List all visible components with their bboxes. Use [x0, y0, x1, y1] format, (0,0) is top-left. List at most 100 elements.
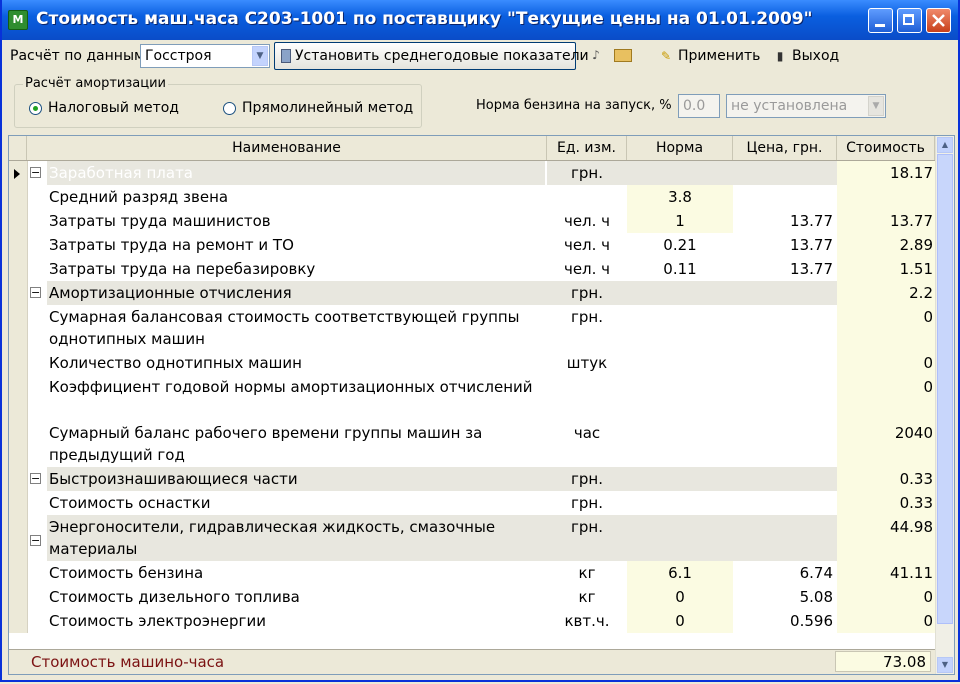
cell-cost[interactable]: 2.89 — [837, 233, 935, 257]
group-row[interactable]: − Амортизационные отчисления грн. 2.2 — [9, 281, 935, 305]
cell-name[interactable]: Средний разряд звена — [47, 185, 547, 209]
cell-name[interactable]: Сумарный баланс рабочего времени группы … — [47, 421, 547, 467]
maximize-button[interactable] — [897, 8, 922, 33]
cell-cost[interactable]: 0 — [837, 351, 935, 375]
cell-unit[interactable]: грн. — [547, 515, 627, 561]
cell-unit[interactable]: грн. — [547, 305, 627, 351]
collapse-toggle-icon[interactable]: − — [30, 287, 41, 298]
cell-name[interactable]: Быстроизнашивающиеся части — [47, 467, 547, 491]
table-row[interactable]: Сумарный баланс рабочего времени группы … — [9, 421, 935, 467]
cell-price[interactable] — [733, 351, 837, 375]
cell-unit[interactable]: кг — [547, 585, 627, 609]
collapse-toggle-icon[interactable]: − — [30, 535, 41, 546]
row-indicator[interactable] — [9, 421, 28, 467]
cell-name[interactable]: Стоимость оснастки — [47, 491, 547, 515]
row-indicator[interactable] — [9, 561, 28, 585]
chevron-down-icon[interactable]: ▼ — [252, 46, 268, 66]
chevron-down-icon[interactable]: ▼ — [868, 96, 884, 116]
cell-norm[interactable]: 0 — [627, 585, 733, 609]
cell-unit[interactable]: грн. — [547, 491, 627, 515]
cell-unit[interactable]: грн. — [547, 161, 627, 185]
cell-name[interactable]: Стоимость бензина — [47, 561, 547, 585]
cell-price[interactable] — [733, 421, 837, 467]
cell-norm[interactable] — [627, 281, 733, 305]
table-row[interactable]: Затраты труда машинистов чел. ч 1 13.77 13.7… — [9, 209, 935, 233]
vertical-scrollbar[interactable]: ▲ ▼ — [935, 136, 954, 674]
cell-norm[interactable] — [627, 375, 733, 421]
table-row[interactable]: Стоимость бензина кг 6.1 6.74 41.11 — [9, 561, 935, 585]
cell-price[interactable] — [733, 185, 837, 209]
table-row[interactable]: Затраты труда на ремонт и ТО чел. ч 0.21 13… — [9, 233, 935, 257]
fuel-start-input[interactable]: 0.0 — [678, 94, 720, 118]
row-indicator[interactable] — [9, 281, 28, 305]
cell-norm[interactable] — [627, 491, 733, 515]
cell-norm[interactable]: 3.8 — [627, 185, 733, 209]
table-row[interactable]: Стоимость дизельного топлива кг 0 5.08 0 — [9, 585, 935, 609]
scroll-thumb[interactable] — [937, 154, 953, 624]
row-indicator[interactable] — [9, 161, 28, 185]
cell-price[interactable]: 13.77 — [733, 257, 837, 281]
radio-tax-method[interactable]: Налоговый метод — [29, 100, 179, 116]
row-indicator[interactable] — [9, 305, 28, 351]
cell-norm[interactable]: 0 — [627, 609, 733, 633]
row-indicator[interactable] — [9, 585, 28, 609]
cell-name[interactable]: Сумарная балансовая стоимость соответств… — [47, 305, 547, 351]
cell-price[interactable]: 13.77 — [733, 209, 837, 233]
cell-name[interactable]: Энергоносители, гидравлическая жидкость,… — [47, 515, 547, 561]
group-row[interactable]: − Заработная плата грн. 18.17 — [9, 161, 935, 185]
cell-unit[interactable]: грн. — [547, 281, 627, 305]
cell-price[interactable] — [733, 305, 837, 351]
cell-cost[interactable]: 18.17 — [837, 161, 935, 185]
cell-name[interactable]: Количество однотипных машин — [47, 351, 547, 375]
cell-unit[interactable]: чел. ч — [547, 209, 627, 233]
cell-price[interactable] — [733, 375, 837, 421]
cell-cost[interactable]: 0 — [837, 609, 935, 633]
cell-cost[interactable]: 44.98 — [837, 515, 935, 561]
cell-price[interactable] — [733, 161, 837, 185]
cell-cost[interactable]: 1.51 — [837, 257, 935, 281]
table-row[interactable]: Коэффициент годовой нормы амортизационны… — [9, 375, 935, 421]
title-bar[interactable]: М Стоимость маш.часа С203-1001 по постав… — [2, 0, 958, 40]
row-indicator[interactable] — [9, 257, 28, 281]
header-price[interactable]: Цена, грн. — [733, 136, 837, 160]
cell-unit[interactable] — [547, 375, 627, 421]
group-row[interactable]: − Быстроизнашивающиеся части грн. 0.33 — [9, 467, 935, 491]
row-indicator[interactable] — [9, 351, 28, 375]
row-indicator[interactable] — [9, 515, 28, 561]
cell-norm[interactable] — [627, 305, 733, 351]
scroll-up-icon[interactable]: ▲ — [937, 137, 953, 153]
cell-norm[interactable]: 1 — [627, 209, 733, 233]
collapse-toggle-icon[interactable]: − — [30, 473, 41, 484]
row-indicator[interactable] — [9, 375, 28, 421]
header-norm[interactable]: Норма — [627, 136, 733, 160]
group-row[interactable]: − Энергоносители, гидравлическая жидкость… — [9, 515, 935, 561]
paint-icon[interactable]: ♪ — [588, 47, 608, 63]
cell-unit[interactable]: кг — [547, 561, 627, 585]
cell-norm[interactable]: 0.11 — [627, 257, 733, 281]
cell-unit[interactable]: штук — [547, 351, 627, 375]
cell-name[interactable]: Заработная плата — [47, 161, 545, 185]
data-source-select[interactable]: Госстроя ▼ — [140, 44, 270, 68]
table-row[interactable]: Сумарная балансовая стоимость соответств… — [9, 305, 935, 351]
row-indicator[interactable] — [9, 185, 28, 209]
cell-price[interactable]: 0.596 — [733, 609, 837, 633]
cell-price[interactable]: 6.74 — [733, 561, 837, 585]
cell-cost[interactable]: 41.11 — [837, 561, 935, 585]
table-row[interactable]: Стоимость электроэнергии квт.ч. 0 0.596 0 — [9, 609, 935, 633]
cell-cost[interactable]: 0.33 — [837, 467, 935, 491]
header-cost[interactable]: Стоимость — [837, 136, 935, 160]
cell-norm[interactable] — [627, 421, 733, 467]
table-row[interactable]: Количество однотипных машин штук 0 — [9, 351, 935, 375]
open-folder-icon[interactable] — [614, 47, 636, 63]
cell-cost[interactable]: 0 — [837, 585, 935, 609]
table-row[interactable]: Стоимость оснастки грн. 0.33 — [9, 491, 935, 515]
cell-unit[interactable]: квт.ч. — [547, 609, 627, 633]
scroll-down-icon[interactable]: ▼ — [937, 657, 953, 673]
cell-cost[interactable] — [837, 185, 935, 209]
cell-unit[interactable]: грн. — [547, 467, 627, 491]
minimize-button[interactable] — [868, 8, 893, 33]
cell-name[interactable]: Затраты труда на перебазировку — [47, 257, 547, 281]
row-indicator[interactable] — [9, 467, 28, 491]
apply-button[interactable]: ✎ Применить — [658, 48, 760, 64]
table-row[interactable]: Средний разряд звена 3.8 — [9, 185, 935, 209]
